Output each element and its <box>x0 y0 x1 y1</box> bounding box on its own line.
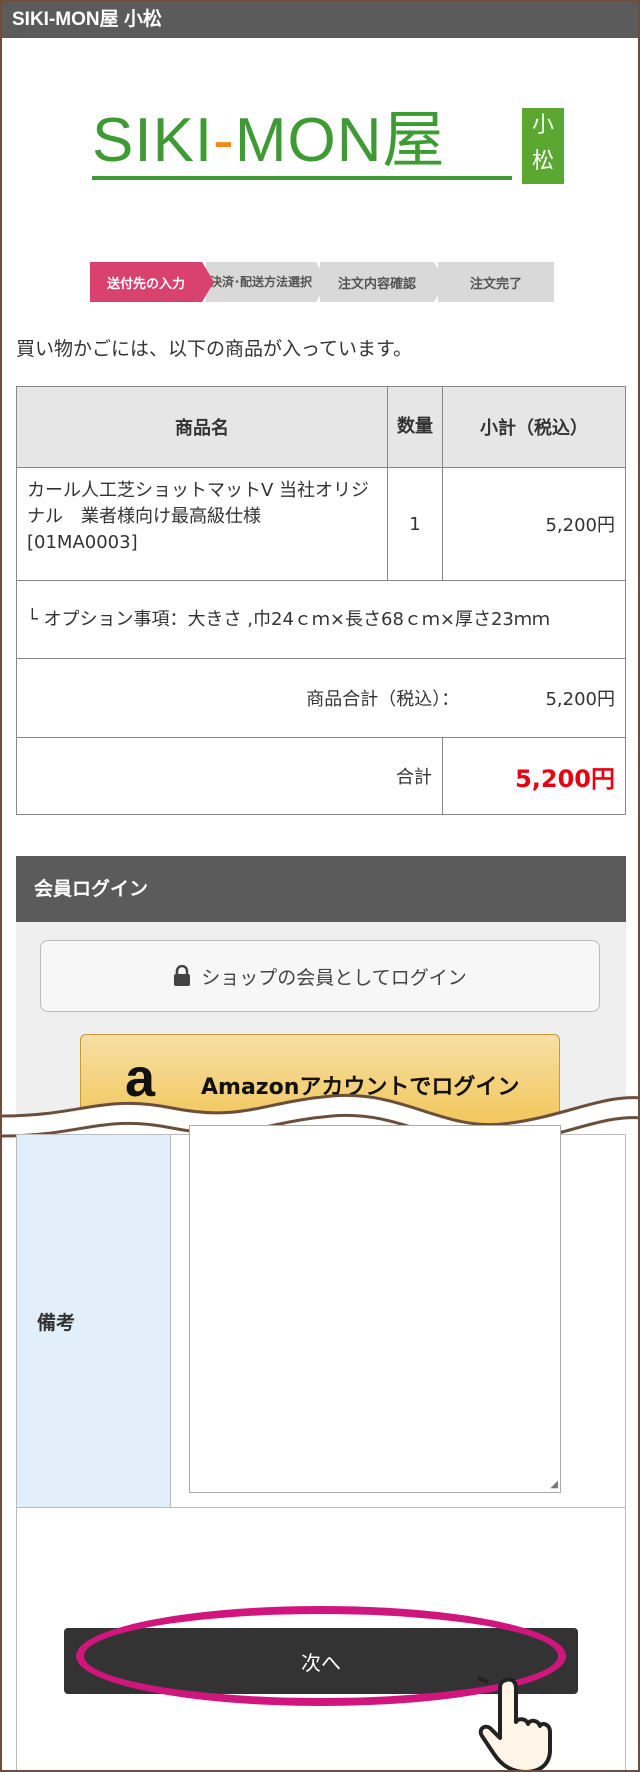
item-name: カール人工芝ショットマットV 当社オリジナル 業者様向け最高級仕様 [01MA0… <box>16 467 388 581</box>
remarks-row: 備考 ◢ <box>16 1125 626 1508</box>
site-header: SIKI-MON屋 小松 <box>2 2 638 38</box>
step-shipping-input: 送付先の入力 <box>90 262 214 302</box>
logo-part-mon: MON <box>234 106 383 175</box>
step-order-confirm: 注文内容確認 <box>320 262 446 302</box>
col-header-name: 商品名 <box>16 386 388 468</box>
total-value: 5,200円 <box>442 737 626 815</box>
site-logo[interactable]: SIKI-MON屋 小 松 <box>92 106 564 186</box>
goods-total-value: 5,200円 <box>545 689 615 710</box>
logo-part-dash: - <box>213 106 235 175</box>
logo-sub-1: 小 <box>531 113 554 138</box>
table-row: カール人工芝ショットマットV 当社オリジナル 業者様向け最高級仕様 [01MA0… <box>16 467 626 581</box>
logo-sub-badge: 小 松 <box>522 108 564 184</box>
remarks-textarea[interactable]: ◢ <box>189 1125 561 1493</box>
screenshot-frame: SIKI-MON屋 小松 SIKI-MON屋 小 松 送付先の入力 決済･配送方… <box>0 0 640 1772</box>
pointing-hand-icon <box>478 1674 552 1770</box>
logo-part-siki: SIKI <box>92 106 214 175</box>
cart-table: 商品名 数量 小計（税込） カール人工芝ショットマットV 当社オリジナル 業者様… <box>16 386 626 815</box>
grand-total-row: 合計 5,200円 <box>16 737 626 815</box>
member-login-title: 会員ログイン <box>16 856 626 922</box>
logo-sub-2: 松 <box>531 149 554 174</box>
goods-total-label: 商品合計（税込）： <box>306 689 460 710</box>
resize-grip-icon[interactable]: ◢ <box>550 1479 558 1490</box>
remarks-label: 備考 <box>17 1135 171 1507</box>
item-qty: 1 <box>387 467 443 581</box>
col-header-qty: 数量 <box>387 386 443 468</box>
cart-intro-text: 買い物かごには、以下の商品が入っています。 <box>16 338 413 360</box>
step-payment-delivery: 決済･配送方法選択 <box>206 262 328 302</box>
lock-icon <box>174 965 191 986</box>
logo-underline <box>92 176 512 180</box>
shop-login-label: ショップの会員としてログイン <box>201 966 467 989</box>
goods-total: 商品合計（税込）： 5,200円 <box>16 658 626 738</box>
col-header-subtotal: 小計（税込） <box>442 386 626 468</box>
step-order-complete: 注文完了 <box>438 262 554 302</box>
goods-total-row: 商品合計（税込）： 5,200円 <box>16 658 626 738</box>
logo-part-kanji: 屋 <box>382 106 446 175</box>
logo-text: SIKI-MON屋 <box>92 106 446 176</box>
cart-header-row: 商品名 数量 小計（税込） <box>16 386 626 468</box>
shop-login-button[interactable]: ショップの会員としてログイン <box>40 940 600 1012</box>
checkout-steps: 送付先の入力 決済･配送方法選択 注文内容確認 注文完了 <box>90 262 554 302</box>
option-row: └ オプション事項：大きさ ,巾24ｃｍ×長さ68ｃｍ×厚さ23ｍｍ <box>16 580 626 659</box>
item-subtotal: 5,200円 <box>442 467 626 581</box>
item-option: └ オプション事項：大きさ ,巾24ｃｍ×長さ68ｃｍ×厚さ23ｍｍ <box>16 580 626 659</box>
total-label: 合計 <box>16 737 443 815</box>
